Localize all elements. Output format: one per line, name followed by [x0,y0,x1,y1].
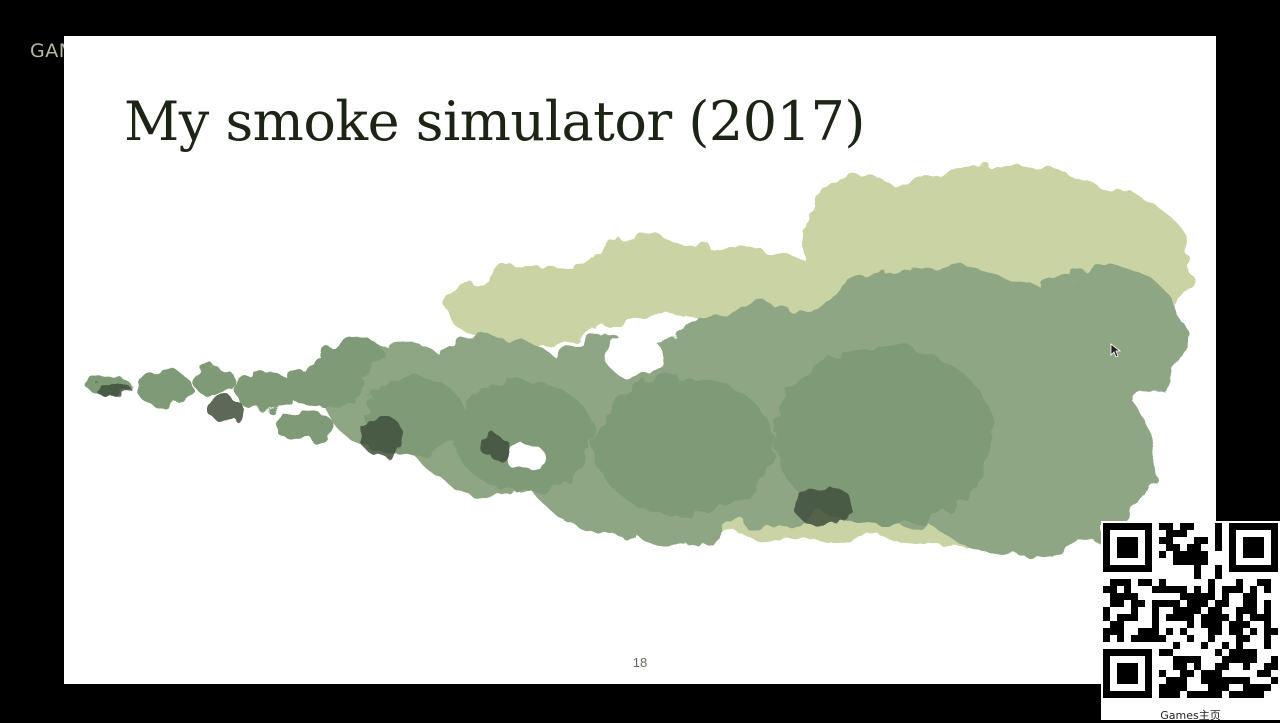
presentation-slide: My smoke simulator (2017) 18 [64,36,1216,684]
qr-code-label: Games主页 [1160,709,1221,722]
qr-code-icon [1103,523,1278,698]
smoke-simulation-image [87,166,1194,556]
mouse-cursor-icon [1110,343,1122,358]
qr-code-panel: Games主页 [1101,521,1280,722]
slide-page-number: 18 [632,655,648,670]
